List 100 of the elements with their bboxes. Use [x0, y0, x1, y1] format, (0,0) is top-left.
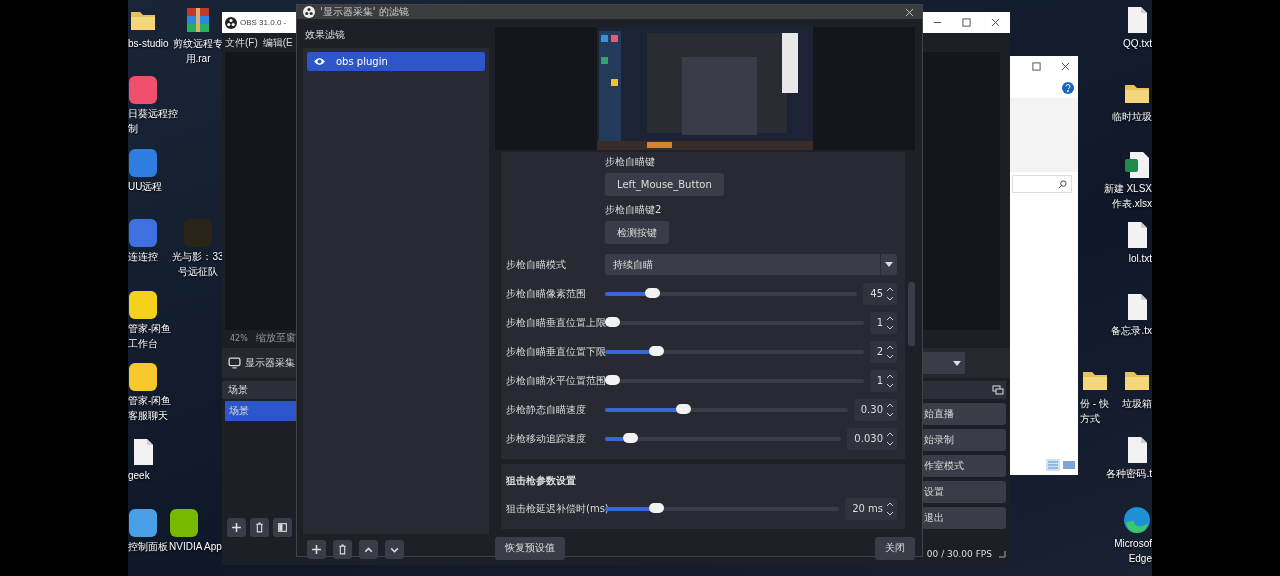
setting-label: 步枪自瞄模式 — [506, 257, 567, 272]
icon-label: geek — [128, 470, 150, 482]
close-icon[interactable] — [991, 18, 1000, 27]
number-field[interactable]: 0.30 — [853, 398, 897, 421]
icon-label: 控制面板 — [128, 541, 168, 553]
icon-label: 号远征队 — [178, 266, 218, 278]
move-down-button[interactable] — [385, 540, 404, 559]
remove-button[interactable] — [333, 540, 352, 559]
slider-track[interactable] — [605, 378, 864, 383]
setting-label: 步枪自瞄水平位置范围 — [506, 373, 605, 388]
slider-thumb[interactable] — [622, 432, 638, 443]
add-button[interactable] — [307, 540, 326, 559]
spin-arrows-icon[interactable] — [886, 430, 894, 447]
search-field[interactable] — [1012, 175, 1072, 193]
icon-label: 份 - 快 — [1080, 398, 1109, 410]
number-field[interactable]: 45 — [863, 282, 897, 305]
close-button[interactable]: 关闭 — [875, 536, 915, 560]
control-button[interactable]: 始直播 — [922, 403, 1006, 425]
app-icon[interactable] — [128, 290, 158, 320]
menu-item[interactable]: 文件(F) — [225, 35, 258, 50]
slider-thumb[interactable] — [675, 403, 691, 414]
number-field[interactable]: 1 — [869, 311, 897, 334]
zoom-to-window-label[interactable]: 缩放至窗 — [255, 331, 296, 345]
slider-track[interactable] — [605, 349, 864, 354]
zoom-level: 42% — [230, 333, 248, 343]
dialog-title: '显示器采集' 的滤镜 — [320, 5, 410, 19]
setting-label: 步枪静态自瞄速度 — [506, 402, 587, 417]
spreadsheet-icon[interactable] — [1122, 150, 1152, 180]
app-icon[interactable] — [169, 508, 199, 538]
close-icon[interactable] — [1061, 62, 1070, 71]
spin-arrows-icon[interactable] — [886, 372, 894, 389]
resize-grip-icon[interactable] — [998, 550, 1006, 558]
slider-thumb[interactable] — [605, 316, 620, 327]
icon-label: bs-studio — [128, 38, 169, 50]
move-up-button[interactable] — [359, 540, 378, 559]
eye-icon[interactable] — [313, 57, 326, 66]
icon-label: 方式 — [1080, 413, 1100, 425]
plus-icon — [311, 544, 322, 555]
add-button[interactable] — [227, 518, 246, 537]
setting-label: 步枪自瞄键 — [605, 155, 655, 169]
control-button[interactable]: 始录制 — [922, 429, 1006, 451]
caret-icon — [953, 360, 961, 366]
spin-arrows-icon[interactable] — [886, 343, 894, 360]
maximize-icon[interactable] — [1032, 62, 1041, 71]
source-name: 显示器采集 — [245, 356, 295, 370]
dock-title: 场景 — [222, 381, 297, 399]
slider-track[interactable] — [605, 291, 858, 296]
setting-label: 步枪自瞄垂直位置下限 — [506, 344, 605, 359]
dropdown[interactable] — [922, 352, 965, 374]
trash-icon — [254, 522, 265, 533]
number-field[interactable]: 2 — [869, 340, 897, 363]
number-field[interactable]: 0.030 — [847, 427, 897, 450]
menu-item[interactable]: 编辑(E — [262, 35, 293, 50]
slider-track[interactable] — [605, 320, 864, 325]
icon-label: 管家-闲鱼 — [128, 323, 172, 335]
browser-icon[interactable] — [1122, 505, 1152, 535]
maximize-icon[interactable] — [962, 18, 971, 27]
number-field[interactable]: 1 — [869, 369, 897, 392]
app-icon[interactable] — [128, 508, 158, 538]
spin-arrows-icon[interactable] — [886, 401, 894, 418]
trash-icon — [337, 544, 348, 555]
icon-label: 临时垃圾 — [1112, 111, 1152, 123]
control-button[interactable]: 退出 — [922, 507, 1006, 529]
spin-arrows-icon[interactable] — [886, 285, 894, 302]
setting-label: 步枪移动追踪速度 — [506, 431, 587, 446]
slider-thumb[interactable] — [605, 374, 620, 385]
slider-thumb[interactable] — [648, 502, 664, 513]
chevron-up-icon — [363, 544, 374, 555]
mode-dropdown[interactable]: 持续自瞄 — [605, 254, 897, 275]
icon-label: Microsof — [1114, 538, 1152, 550]
remove-button[interactable] — [250, 518, 269, 537]
help-icon[interactable] — [1062, 81, 1074, 94]
obs-logo-icon — [303, 6, 315, 18]
filter-item[interactable]: obs plugin — [307, 52, 485, 71]
setting-label: 步枪自瞄像素范围 — [506, 286, 587, 301]
control-button[interactable]: 作室模式 — [922, 455, 1006, 477]
scrollbar-thumb[interactable] — [908, 282, 915, 346]
filters-button[interactable] — [273, 518, 292, 537]
slider-track[interactable] — [605, 407, 848, 412]
hotkey-button[interactable]: 检测按键 — [605, 221, 669, 244]
window-title: OBS 31.0.0 - — [240, 18, 287, 27]
slider-thumb[interactable] — [645, 287, 661, 298]
icon-label: 垃圾箱 — [1122, 398, 1152, 410]
hotkey-button[interactable]: Left_Mouse_Button — [605, 173, 724, 196]
icon-label: 工作台 — [128, 338, 158, 350]
obs-logo-icon — [225, 16, 237, 29]
spin-arrows-icon[interactable] — [886, 314, 894, 331]
app-icon[interactable] — [128, 362, 158, 392]
spin-arrows-icon[interactable] — [886, 500, 894, 517]
reset-button[interactable]: 恢复预设值 — [495, 536, 565, 560]
scene-item[interactable]: 场景 — [225, 401, 297, 421]
slider-track[interactable] — [605, 436, 842, 441]
slider-thumb[interactable] — [648, 345, 664, 356]
setting-label: 步枪自瞄垂直位置上限 — [506, 315, 605, 330]
undock-icon[interactable] — [992, 385, 1004, 395]
icon-label: 制 — [128, 123, 138, 135]
app-icon[interactable] — [128, 75, 158, 105]
monitor-icon — [228, 357, 241, 369]
control-button[interactable]: 设置 — [922, 481, 1006, 503]
number-field[interactable]: 20 ms — [845, 497, 897, 520]
